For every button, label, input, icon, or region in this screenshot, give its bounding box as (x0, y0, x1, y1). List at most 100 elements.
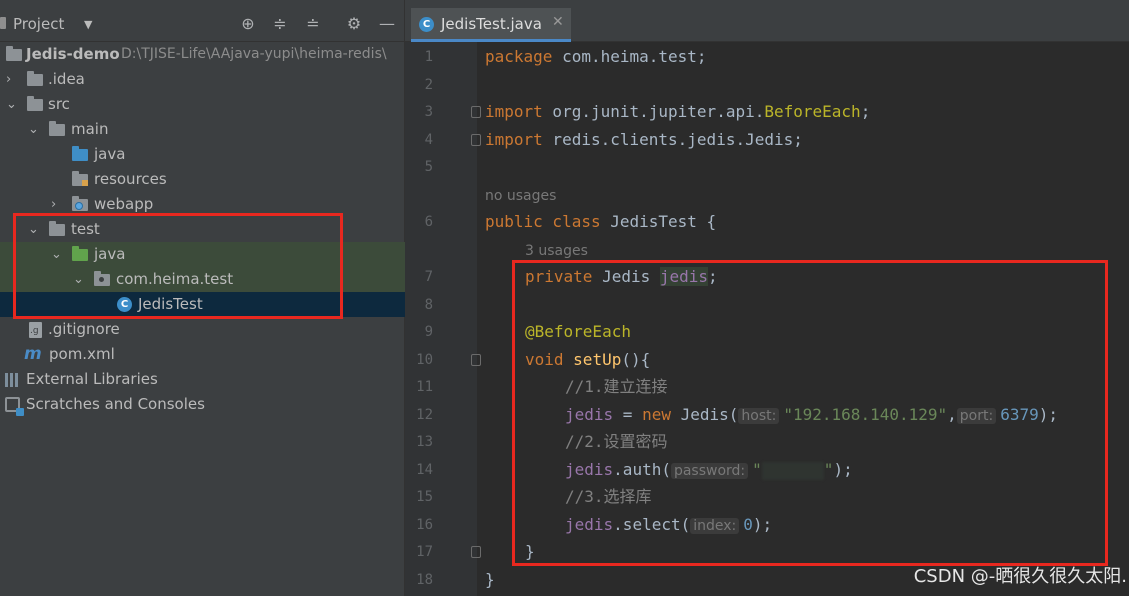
param-hint-index: index: (690, 518, 740, 534)
line-number: 8 (424, 297, 433, 313)
code-text: org.junit.jupiter.api. (542, 102, 765, 121)
folder-icon (27, 96, 43, 111)
tree-item-gitignore[interactable]: .gitignore (0, 317, 405, 344)
line-number: 2 (424, 77, 433, 93)
code-text: Jedis( (670, 405, 739, 424)
line-number: 11 (416, 379, 433, 395)
usage-hint-text: 3 usages (525, 243, 588, 259)
chevron-down-icon[interactable]: ⌄ (28, 117, 40, 142)
method-name: setUp (573, 350, 622, 369)
keyword: new (642, 405, 671, 424)
string-literal: "192.168.140.129" (783, 405, 948, 424)
chevron-down-icon[interactable]: ▼ (84, 18, 92, 31)
folder-icon (49, 221, 65, 236)
code-line-13: //2.设置密码 (565, 430, 668, 454)
collapse-all-icon[interactable]: ≐ (303, 14, 323, 34)
usage-hint-class[interactable]: no usages (485, 183, 556, 207)
gear-icon[interactable]: ⚙ (344, 14, 364, 34)
line-number-gutter: 1 2 3 4 5 6 7 8 9 10 11 12 13 14 15 16 1… (405, 42, 481, 596)
module-folder-icon (6, 46, 22, 61)
chevron-down-icon[interactable]: ⌄ (6, 92, 18, 117)
folder-icon (49, 121, 65, 136)
tree-item-label: com.heima.test (116, 270, 234, 288)
code-text: } (485, 570, 495, 589)
number-literal: 0 (743, 515, 753, 534)
param-hint-host: host: (738, 408, 780, 424)
string-quote: " (752, 460, 762, 479)
chevron-down-icon[interactable]: ⌄ (28, 217, 40, 242)
tree-item-main-java[interactable]: java (0, 142, 405, 167)
field-name: jedis (565, 460, 614, 479)
tree-item-jedis-demo[interactable]: Jedis-demo D:\TJISE-Life\AAjava-yupi\hei… (0, 42, 405, 67)
tree-item-scratches[interactable]: Scratches and Consoles (0, 392, 405, 417)
close-icon[interactable]: ✕ (552, 14, 564, 30)
keyword: void (525, 350, 564, 369)
chevron-right-icon[interactable]: › (6, 67, 18, 92)
tree-item-label: java (94, 145, 126, 163)
redacted-password (761, 461, 824, 480)
fold-toggle-icon[interactable] (471, 354, 481, 366)
project-view-selector[interactable]: Project (13, 15, 64, 33)
line-number: 13 (416, 434, 433, 450)
usage-hint-field[interactable]: 3 usages (525, 238, 588, 262)
tree-item-label: webapp (94, 195, 154, 213)
line-number: 16 (416, 517, 433, 533)
fold-toggle-icon[interactable] (471, 134, 481, 146)
tree-item-main[interactable]: ⌄ main (0, 117, 405, 142)
fold-toggle-icon[interactable] (471, 106, 481, 118)
project-panel-header: Project ▼ ⊕ ≑ ≐ ⚙ — (0, 0, 405, 42)
comment: //1.建立连接 (565, 377, 668, 396)
comment: //3.选择库 (565, 487, 652, 506)
class-icon: C (419, 17, 434, 32)
tree-item-label: .gitignore (48, 320, 120, 338)
library-icon (5, 373, 21, 387)
package-icon (94, 271, 110, 286)
expand-all-icon[interactable]: ≑ (270, 14, 290, 34)
hide-panel-icon[interactable]: — (377, 14, 397, 34)
tree-item-resources[interactable]: resources (0, 167, 405, 192)
code-line-14: jedis.auth(password: " "); (565, 458, 853, 482)
code-line-7: private Jedis jedis; (525, 265, 718, 289)
tree-item-pom[interactable]: m pom.xml (0, 342, 405, 367)
comment: //2.设置密码 (565, 432, 668, 451)
web-folder-icon (72, 196, 88, 211)
code-editor[interactable]: package com.heima.test; import org.junit… (485, 42, 1129, 596)
tree-item-test-java[interactable]: ⌄ java (0, 242, 405, 267)
line-number: 17 (416, 544, 433, 560)
fold-toggle-icon[interactable] (471, 546, 481, 558)
tree-item-external-libraries[interactable]: External Libraries (0, 367, 405, 392)
watermark: CSDN @-晒很久很久太阳. (913, 566, 1127, 587)
tree-item-label: JedisTest (138, 295, 203, 313)
code-line-10: void setUp(){ (525, 348, 650, 372)
chevron-right-icon[interactable]: › (51, 192, 63, 217)
annotation-name: BeforeEach (764, 102, 861, 121)
tree-item-label: test (71, 220, 100, 238)
tree-item-src[interactable]: ⌄ src (0, 92, 405, 117)
tree-item-webapp[interactable]: › webapp (0, 192, 405, 217)
code-text: ); (1038, 405, 1058, 424)
param-hint-port: port: (956, 408, 997, 424)
code-text: ); (752, 515, 773, 534)
tree-item-package[interactable]: ⌄ com.heima.test (0, 267, 405, 292)
folder-icon (27, 71, 43, 86)
keyword: private (525, 267, 593, 286)
tree-item-label: .idea (48, 70, 85, 88)
line-number: 14 (416, 462, 433, 478)
tree-item-jedistest[interactable]: C JedisTest (0, 292, 405, 317)
chevron-down-icon[interactable]: ⌄ (51, 242, 63, 267)
class-icon: C (117, 297, 132, 312)
code-line-18: } (485, 568, 495, 592)
tree-item-test[interactable]: ⌄ test (0, 217, 405, 242)
tree-item-idea[interactable]: › .idea (0, 67, 405, 92)
tree-item-label: External Libraries (26, 370, 158, 388)
locate-icon[interactable]: ⊕ (238, 14, 258, 34)
code-text: .select( (613, 515, 691, 534)
code-line-16: jedis.select(index: 0); (565, 513, 772, 537)
chevron-down-icon[interactable]: ⌄ (73, 267, 85, 292)
code-text: Jedis (592, 267, 660, 286)
tab-jedistest[interactable]: C JedisTest.java ✕ (411, 8, 571, 42)
tree-item-label: src (48, 95, 70, 113)
code-text: .auth( (613, 460, 671, 479)
source-folder-icon (72, 146, 88, 161)
module-path-hint: D:\TJISE-Life\AAjava-yupi\heima-redis\ (121, 46, 387, 62)
